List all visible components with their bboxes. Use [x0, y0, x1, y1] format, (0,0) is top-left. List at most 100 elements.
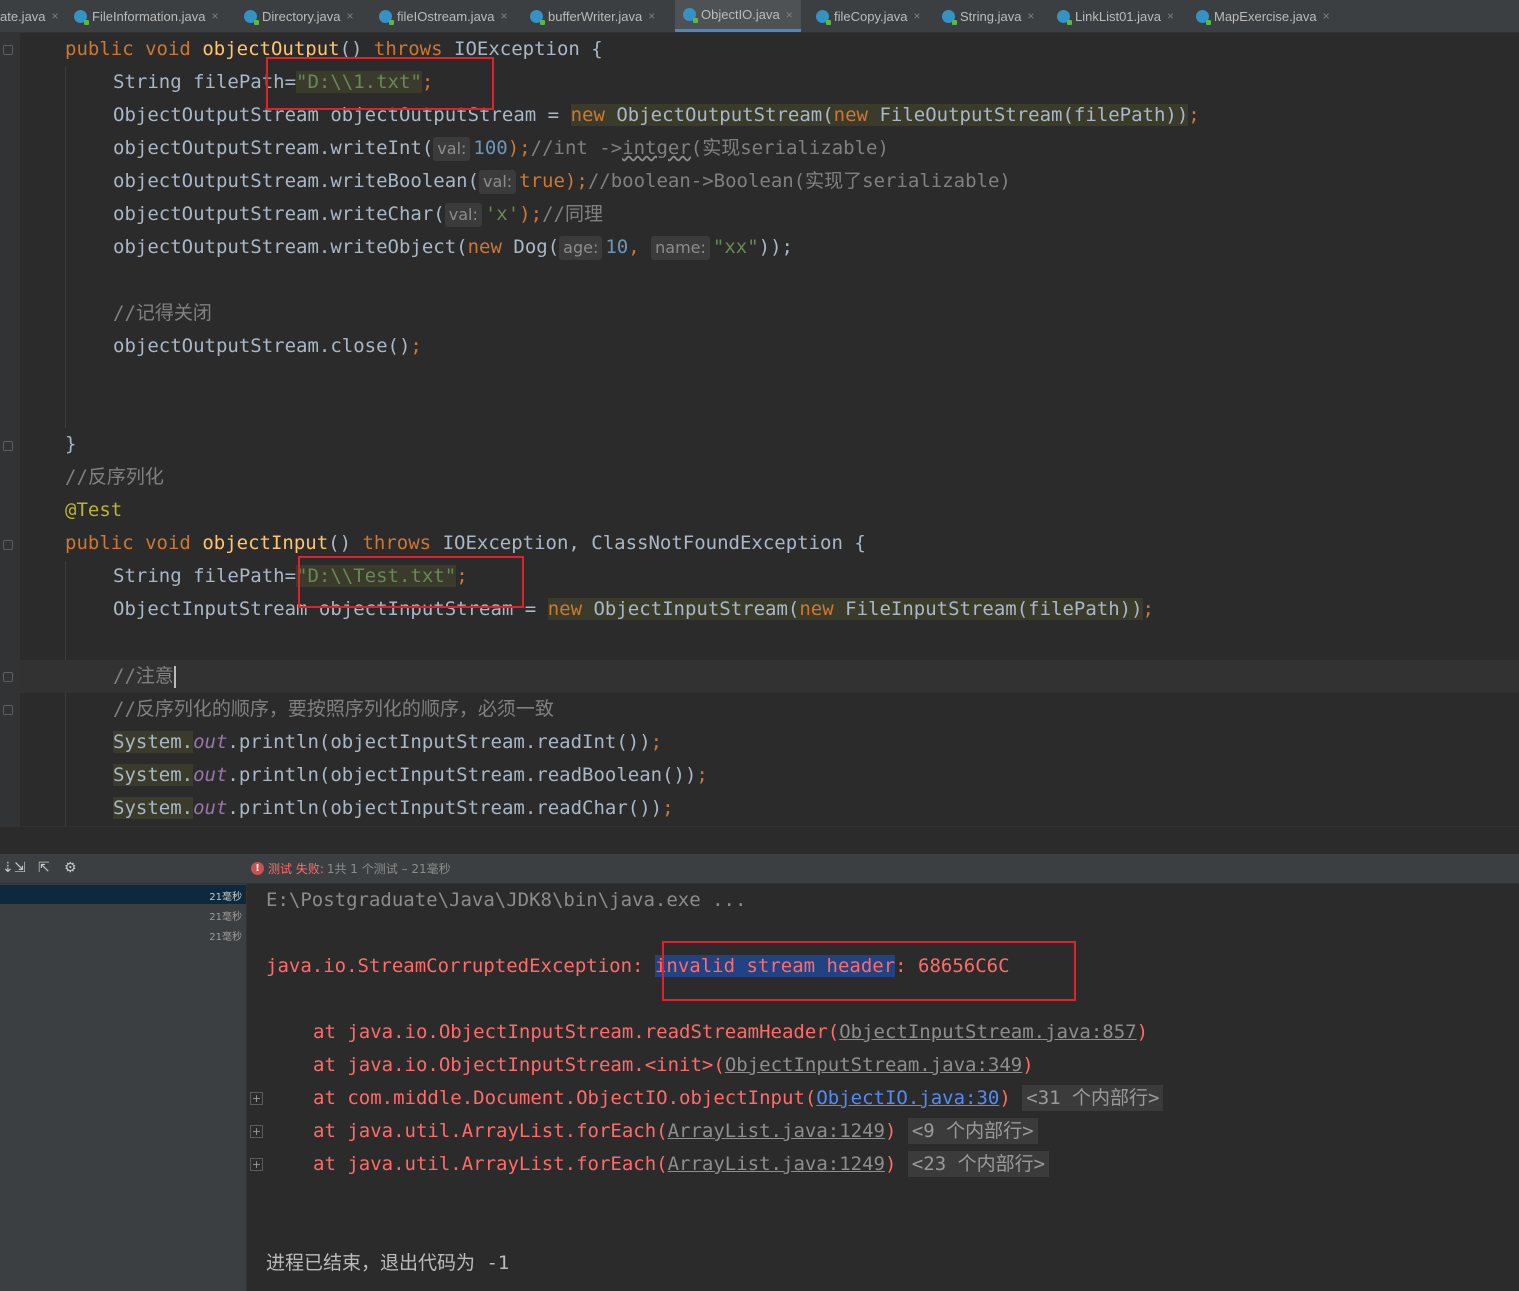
- stack-frame: at java.io.ObjectInputStream.<init>(Obje…: [313, 1054, 1034, 1076]
- java-class-icon: [379, 9, 394, 25]
- error-icon: !: [251, 862, 264, 875]
- code-line-7: objectOutputStream.writeObject(new Dog(a…: [113, 236, 793, 260]
- java-class-icon: [816, 9, 831, 25]
- code-line-6: objectOutputStream.writeChar(val:'x');//…: [113, 203, 603, 227]
- duration: 21毫秒: [209, 912, 242, 923]
- tab-mapexercise-java[interactable]: MapExercise.java ×: [1196, 0, 1330, 32]
- source-link[interactable]: ArrayList.java:1249: [668, 1120, 885, 1142]
- tab-label: fileCopy.java: [834, 8, 908, 24]
- tab-objectio-java[interactable]: ObjectIO.java ×: [675, 0, 801, 32]
- tab-fileinformation-java[interactable]: FileInformation.java ×: [74, 0, 218, 32]
- tab-label: bufferWriter.java: [548, 8, 643, 24]
- fold-marker-icon[interactable]: [3, 441, 13, 451]
- code-line-13: public void objectInput() throws IOExcep…: [65, 532, 866, 554]
- close-icon[interactable]: ×: [347, 9, 354, 23]
- tab-filecopy-java[interactable]: fileCopy.java ×: [816, 0, 920, 32]
- status-prefix: 测试 失败:: [268, 862, 324, 876]
- code-line-17: //反序列化的顺序，要按照序列化的顺序，必须一致: [113, 698, 554, 720]
- tab-ate-java[interactable]: ate.java ×: [0, 0, 59, 32]
- selected-text: invalid stream header: [654, 955, 896, 977]
- editor-gutter: [0, 33, 20, 826]
- code-editor[interactable]: public void objectOutput() throws IOExce…: [0, 33, 1519, 826]
- tab-label: LinkList01.java: [1075, 8, 1161, 24]
- test-status: ! 测试 失败: 1共 1 个测试 – 21毫秒: [251, 854, 451, 883]
- close-icon[interactable]: ×: [1167, 9, 1174, 23]
- expand-frames-icon[interactable]: +: [250, 1092, 263, 1105]
- folded-lines-badge[interactable]: <31 个内部行>: [1022, 1085, 1164, 1111]
- close-icon[interactable]: ×: [913, 9, 920, 23]
- export-icon[interactable]: ⇱: [38, 860, 50, 876]
- source-link[interactable]: ObjectInputStream.java:349: [725, 1054, 1022, 1076]
- code-line-19: System.out.println(objectInputStream.rea…: [113, 764, 708, 786]
- exit-message: 进程已结束，退出代码为 -1: [266, 1252, 510, 1274]
- exception-line: java.io.StreamCorruptedException: invali…: [266, 955, 1010, 977]
- fold-marker-icon[interactable]: [3, 672, 13, 682]
- run-toolbar: ⇣ ⇲ ⇱ ⚙ ! 测试 失败: 1共 1 个测试 – 21毫秒: [0, 854, 1519, 884]
- expand-frames-icon[interactable]: +: [250, 1158, 263, 1171]
- panel-splitter[interactable]: [0, 826, 1519, 855]
- close-icon[interactable]: ×: [648, 9, 655, 23]
- console-output[interactable]: E:\Postgraduate\Java\JDK8\bin\java.exe .…: [247, 884, 1519, 1291]
- source-link[interactable]: ObjectIO.java:30: [816, 1087, 999, 1109]
- fold-marker-icon[interactable]: [3, 540, 13, 550]
- code-line-4: objectOutputStream.writeInt(val: 100);//i…: [113, 137, 889, 161]
- text-caret: [173, 665, 176, 688]
- close-icon[interactable]: ×: [211, 9, 218, 23]
- parameter-hint: name:: [651, 236, 710, 260]
- tab-label: FileInformation.java: [92, 8, 206, 24]
- code-line-18: System.out.println(objectInputStream.rea…: [113, 731, 663, 753]
- tab-label: Directory.java: [262, 8, 341, 24]
- java-class-icon: [530, 9, 545, 25]
- parameter-hint: val:: [444, 203, 482, 227]
- tab-bufferwriter-java[interactable]: bufferWriter.java ×: [530, 0, 655, 32]
- tab-string-java[interactable]: String.java ×: [942, 0, 1034, 32]
- source-link[interactable]: ArrayList.java:1249: [668, 1153, 885, 1175]
- code-line-12: @Test: [65, 499, 123, 521]
- tab-directory-java[interactable]: Directory.java ×: [244, 0, 354, 32]
- test-tree-row[interactable]: 21毫秒: [0, 905, 246, 924]
- close-icon[interactable]: ×: [52, 9, 59, 23]
- close-icon[interactable]: ×: [786, 8, 793, 22]
- tab-linklist01-java[interactable]: LinkList01.java ×: [1057, 0, 1174, 32]
- fold-marker-icon[interactable]: [3, 45, 13, 55]
- java-class-icon: [244, 9, 259, 25]
- duration: 21毫秒: [209, 892, 242, 903]
- settings-icon[interactable]: ⚙: [64, 860, 77, 876]
- status-detail: 1共 1 个测试 – 21毫秒: [326, 862, 451, 876]
- code-line-16: //注意: [113, 665, 176, 688]
- tab-fileiostream-java[interactable]: fileIOstream.java ×: [379, 0, 508, 32]
- stack-frame: at java.util.ArrayList.forEach(ArrayList…: [313, 1115, 1038, 1148]
- expand-frames-icon[interactable]: +: [250, 1125, 263, 1138]
- indent-guide: [65, 66, 66, 428]
- test-tree-row[interactable]: 21毫秒: [0, 885, 246, 904]
- duration: 21毫秒: [209, 932, 242, 943]
- stack-frame: at java.util.ArrayList.forEach(ArrayList…: [313, 1148, 1050, 1181]
- editor-tab-bar: ate.java × FileInformation.java × Director…: [0, 0, 1519, 33]
- java-class-icon: [74, 9, 89, 25]
- code-line-11: //反序列化: [65, 466, 164, 488]
- test-tree-row[interactable]: 21毫秒: [0, 925, 246, 944]
- indent-guide: [65, 561, 66, 826]
- collapse-icon[interactable]: ⇲: [14, 860, 26, 876]
- fold-marker-icon[interactable]: [3, 705, 13, 715]
- close-icon[interactable]: ×: [1027, 9, 1034, 23]
- tab-label: MapExercise.java: [1214, 8, 1317, 24]
- code-line-20: System.out.println(objectInputStream.rea…: [113, 797, 674, 819]
- code-line-15: ObjectInputStream objectInputStream = ne…: [113, 598, 1154, 620]
- tab-label: ObjectIO.java: [701, 7, 780, 22]
- code-line-1: public void objectOutput() throws IOExce…: [65, 38, 603, 60]
- code-line-14: String filePath="D:\\Test.txt";: [113, 565, 468, 587]
- current-line-highlight: [20, 660, 1519, 693]
- folded-lines-badge[interactable]: <23 个内部行>: [907, 1151, 1050, 1177]
- folded-lines-badge[interactable]: <9 个内部行>: [907, 1118, 1038, 1144]
- code-line-10: }: [65, 433, 77, 455]
- code-line-5: objectOutputStream.writeBoolean(val: true…: [113, 170, 1011, 194]
- close-icon[interactable]: ×: [501, 9, 508, 23]
- tab-label: String.java: [960, 8, 1022, 24]
- code-line-3: ObjectOutputStream objectOutputStream = …: [113, 104, 1200, 126]
- source-link[interactable]: ObjectInputStream.java:857: [839, 1021, 1136, 1043]
- parameter-hint: val:: [479, 170, 517, 194]
- java-class-icon: [1057, 9, 1072, 25]
- close-icon[interactable]: ×: [1323, 9, 1330, 23]
- expand-icon[interactable]: ⇣: [2, 860, 14, 876]
